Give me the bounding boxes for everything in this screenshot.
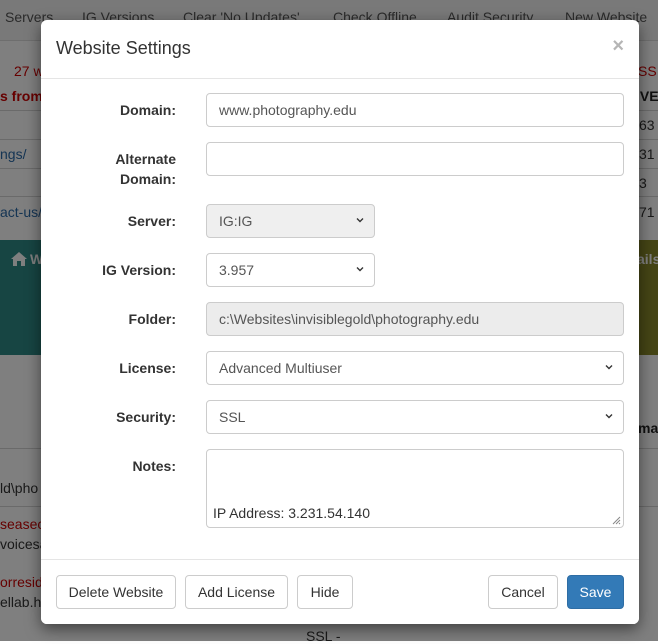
chevron-down-icon	[605, 365, 613, 370]
security-label: Security:	[116, 409, 176, 425]
chevron-down-icon	[605, 414, 613, 419]
alternate-domain-input[interactable]	[206, 142, 624, 176]
folder-label: Folder:	[128, 311, 176, 327]
server-select-value: IG:IG	[219, 213, 253, 229]
folder-field: c:\Websites\invisiblegold\photography.ed…	[206, 302, 624, 336]
license-select[interactable]: Advanced Multiuser	[206, 351, 624, 385]
website-settings-modal: Website Settings × Domain: Alternate Dom…	[41, 20, 639, 624]
notes-label: Notes:	[132, 458, 176, 474]
security-select-value: SSL	[219, 409, 246, 425]
ig-version-select-value: 3.957	[219, 262, 255, 278]
ig-version-label: IG Version:	[102, 262, 176, 278]
close-icon[interactable]: ×	[612, 36, 624, 56]
save-button[interactable]: Save	[567, 575, 624, 609]
ig-version-select[interactable]: 3.957	[206, 253, 375, 287]
modal-footer: Delete Website Add License Hide Cancel S…	[41, 559, 639, 624]
alternate-domain-label-line1: Alternate	[115, 151, 176, 167]
hide-button[interactable]: Hide	[297, 575, 353, 609]
license-select-value: Advanced Multiuser	[219, 360, 342, 376]
ip-address: IP Address: 3.231.54.140	[213, 505, 370, 521]
chevron-down-icon	[356, 267, 364, 272]
alternate-domain-label: Alternate Domain:	[41, 149, 176, 189]
server-select[interactable]: IG:IG	[206, 204, 375, 238]
chevron-down-icon	[356, 218, 364, 223]
domain-input[interactable]	[206, 93, 624, 127]
security-select[interactable]: SSL	[206, 400, 624, 434]
alternate-domain-label-line2: Domain:	[120, 171, 176, 187]
server-label: Server:	[127, 213, 176, 229]
modal-title: Website Settings	[56, 38, 191, 58]
modal-header: Website Settings ×	[41, 20, 639, 79]
cancel-button[interactable]: Cancel	[488, 575, 558, 609]
domain-label: Domain:	[120, 102, 176, 118]
delete-website-button[interactable]: Delete Website	[56, 575, 176, 609]
add-license-button[interactable]: Add License	[185, 575, 288, 609]
modal-body: Domain: Alternate Domain: Server: IG:IG …	[41, 79, 639, 559]
resize-grip-icon[interactable]	[611, 515, 621, 525]
license-label: License:	[119, 360, 176, 376]
